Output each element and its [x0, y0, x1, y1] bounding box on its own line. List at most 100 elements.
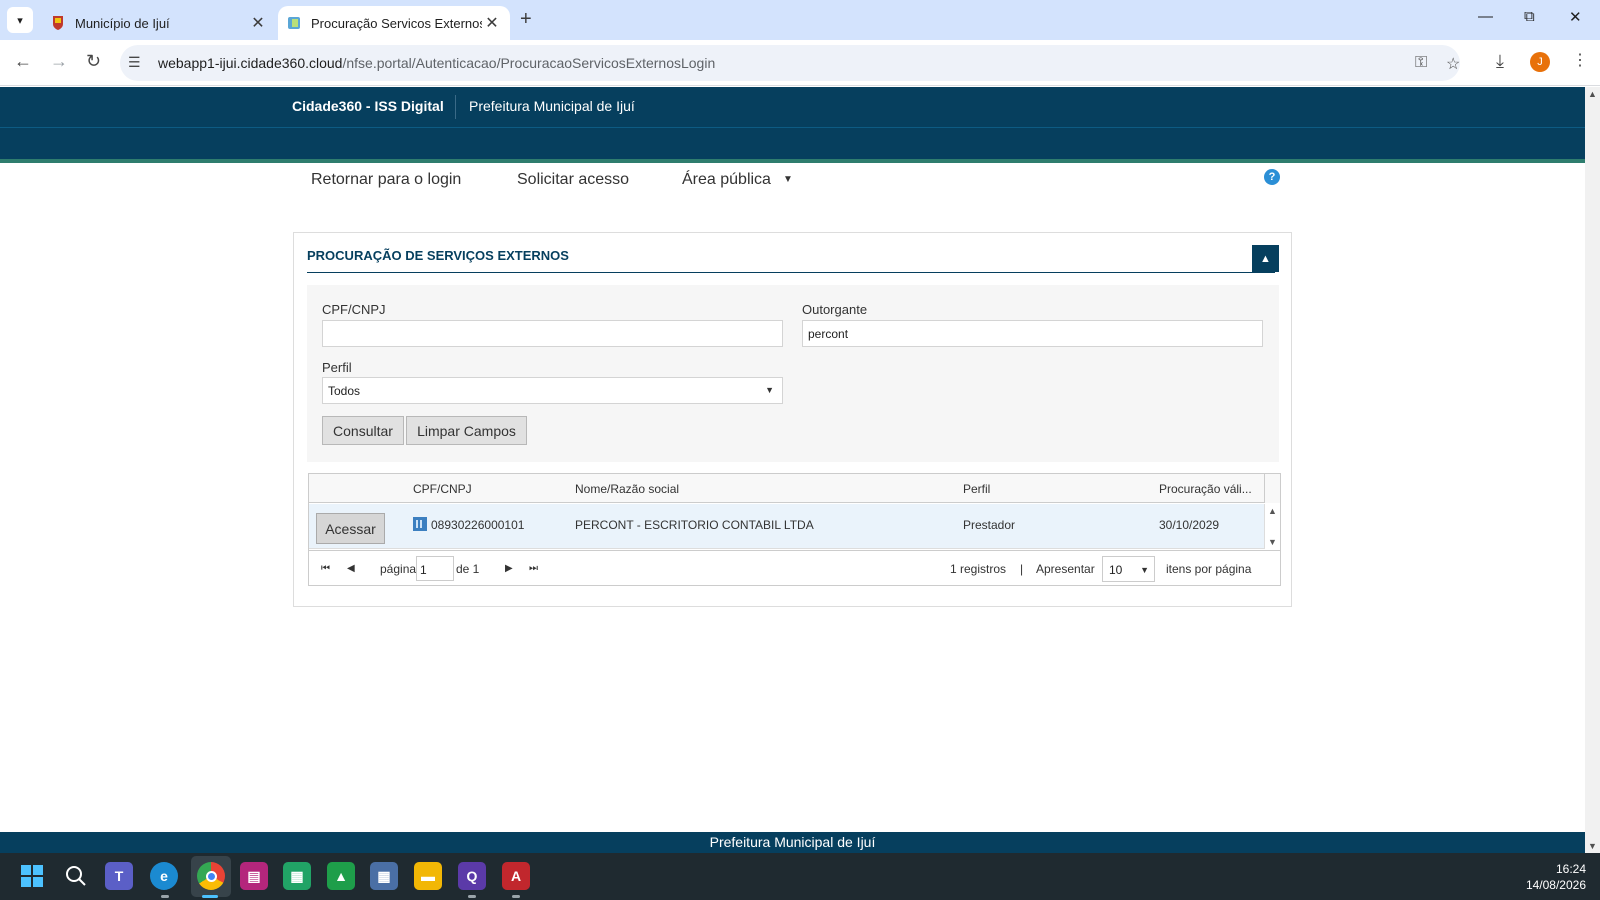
- restore-icon[interactable]: ⧉: [1524, 8, 1535, 25]
- scroll-down-icon[interactable]: ▼: [1268, 537, 1277, 547]
- header-divider: [455, 95, 456, 119]
- results-grid: CPF/CNPJ Nome/Razão social Perfil Procur…: [308, 473, 1281, 586]
- cell-perfil: Prestador: [963, 518, 1016, 532]
- first-page-icon[interactable]: ⏮: [321, 563, 330, 574]
- menu-area-publica-label: Área pública: [682, 171, 771, 188]
- column-header-perfil[interactable]: Perfil: [963, 482, 990, 496]
- clock-time: 16:24: [1555, 862, 1586, 876]
- teams-icon[interactable]: T: [105, 862, 133, 890]
- page-size-select[interactable]: 10 ▼: [1102, 556, 1155, 582]
- cell-validade: 30/10/2029: [1159, 518, 1220, 532]
- scroll-up-icon[interactable]: ▲: [1588, 89, 1597, 99]
- help-icon[interactable]: ?: [1264, 169, 1280, 185]
- new-tab-icon[interactable]: +: [520, 8, 532, 31]
- minimize-icon[interactable]: —: [1478, 8, 1493, 25]
- taskbar-active-indicator: [202, 895, 218, 898]
- page-scrollbar[interactable]: ▲ ▼: [1585, 87, 1600, 853]
- chrome-icon[interactable]: [197, 862, 225, 890]
- perfil-selected-value: Todos: [328, 384, 361, 398]
- prev-page-icon[interactable]: ◀: [347, 563, 355, 574]
- app-green-icon[interactable]: ▲: [327, 862, 355, 890]
- building-icon: [413, 517, 427, 531]
- cpf-input[interactable]: [322, 320, 783, 347]
- tab-procuracao[interactable]: Procuração Servicos Externos ✕: [278, 6, 510, 40]
- outorgante-label: Outorgante: [802, 302, 868, 317]
- apresentar-label: Apresentar: [1036, 562, 1095, 576]
- last-page-icon[interactable]: ⏭: [529, 563, 538, 574]
- outorgante-input[interactable]: percont: [802, 320, 1263, 347]
- table-row[interactable]: Acessar 08930226000101 PERCONT - ESCRITO…: [309, 504, 1264, 549]
- tab-title: Procuração Servicos Externos: [311, 15, 482, 31]
- pagina-label: página: [380, 562, 417, 576]
- scroll-down-icon[interactable]: ▼: [1588, 841, 1597, 851]
- file-explorer-icon[interactable]: ▬: [414, 862, 442, 890]
- itens-por-pagina-label: itens por página: [1166, 562, 1252, 576]
- close-tab-icon[interactable]: ✕: [248, 13, 268, 33]
- system-clock[interactable]: 16:24 14/08/2026: [1526, 861, 1586, 893]
- cell-nome: PERCONT - ESCRITORIO CONTABIL LTDA: [575, 518, 814, 532]
- edge-icon[interactable]: e: [150, 862, 178, 890]
- brand-title[interactable]: Cidade360 - ISS Digital: [292, 98, 444, 114]
- grid-header: CPF/CNPJ Nome/Razão social Perfil Procur…: [309, 474, 1264, 503]
- page-size-value: 10: [1109, 563, 1123, 577]
- url-text[interactable]: webapp1-ijui.cidade360.cloud/nfse.portal…: [158, 55, 715, 71]
- page-footer: Prefeitura Municipal de Ijuí: [0, 832, 1585, 853]
- column-header-cpf[interactable]: CPF/CNPJ: [413, 482, 472, 496]
- download-icon[interactable]: ⤓: [1496, 51, 1504, 72]
- profile-avatar[interactable]: J: [1530, 52, 1550, 72]
- app-purple-icon[interactable]: Q: [458, 862, 486, 890]
- dropdown-arrow-icon: ▼: [765, 385, 774, 395]
- site-info-icon[interactable]: ☰: [128, 54, 141, 71]
- page-viewport: Cidade360 - ISS Digital Prefeitura Munic…: [0, 87, 1585, 853]
- close-tab-icon[interactable]: ✕: [482, 13, 502, 33]
- taskbar-running-indicator: [512, 895, 520, 898]
- tab-municipio[interactable]: Município de Ijuí ✕: [42, 6, 276, 40]
- crest-icon: [53, 16, 63, 30]
- back-icon[interactable]: ←: [14, 51, 32, 72]
- taskbar-running-indicator: [468, 895, 476, 898]
- perfil-select[interactable]: Todos ▼: [322, 377, 783, 404]
- scroll-up-icon[interactable]: ▲: [1268, 506, 1277, 516]
- grid-scrollbar[interactable]: ▲ ▼: [1264, 504, 1280, 549]
- site-header: Cidade360 - ISS Digital Prefeitura Munic…: [0, 87, 1585, 127]
- calculator-sheet-icon[interactable]: ▦: [283, 862, 311, 890]
- close-window-icon[interactable]: ✕: [1569, 8, 1582, 26]
- cell-cpf-value: 08930226000101: [431, 518, 525, 532]
- search-form: CPF/CNPJ Outorgante percont Perfil Todos…: [307, 285, 1279, 462]
- password-key-icon[interactable]: ⚿: [1415, 54, 1427, 72]
- address-toolbar: ← → ↻ ☰ webapp1-ijui.cidade360.cloud/nfs…: [0, 40, 1600, 86]
- menu-solicitar-acesso[interactable]: Solicitar acesso: [517, 171, 629, 189]
- reload-icon[interactable]: ↻: [86, 51, 101, 72]
- limpar-campos-button[interactable]: Limpar Campos: [406, 416, 527, 445]
- taskbar-running-indicator: [161, 895, 169, 898]
- url-omnibox[interactable]: ☰ webapp1-ijui.cidade360.cloud/nfse.port…: [120, 45, 1460, 81]
- forward-icon[interactable]: →: [50, 51, 68, 72]
- acrobat-icon[interactable]: A: [502, 862, 530, 890]
- search-icon[interactable]: [62, 862, 90, 890]
- menu-retornar-login[interactable]: Retornar para o login: [311, 171, 461, 189]
- tab-list-chevron-icon[interactable]: ▾: [7, 7, 33, 33]
- column-header-validade[interactable]: Procuração váli...: [1159, 482, 1252, 496]
- calculator-icon[interactable]: ▦: [370, 862, 398, 890]
- header-subbar: ?: [0, 127, 1585, 185]
- onenote-icon[interactable]: ▤: [240, 862, 268, 890]
- menu-area-publica[interactable]: Área pública ▼: [682, 171, 793, 189]
- dropdown-arrow-icon: ▼: [1140, 565, 1149, 575]
- tab-title: Município de Ijuí: [75, 15, 170, 31]
- chevron-up-icon: ▲: [1260, 252, 1271, 265]
- procuracao-panel: PROCURAÇÃO DE SERVIÇOS EXTERNOS ▲ CPF/CN…: [293, 232, 1292, 607]
- collapse-panel-button[interactable]: ▲: [1252, 245, 1279, 272]
- prefeitura-title: Prefeitura Municipal de Ijuí: [469, 98, 635, 114]
- clock-date: 14/08/2026: [1525, 878, 1586, 892]
- caret-down-icon: ▼: [782, 174, 793, 186]
- panel-title-rule: [307, 272, 1275, 273]
- menu-kebab-icon[interactable]: ⋮: [1572, 50, 1588, 70]
- column-header-nome[interactable]: Nome/Razão social: [575, 482, 679, 496]
- consultar-button[interactable]: Consultar: [322, 416, 404, 445]
- windows-start-icon[interactable]: [18, 862, 46, 890]
- acessar-button[interactable]: Acessar: [316, 513, 385, 544]
- next-page-icon[interactable]: ▶: [505, 563, 513, 574]
- page-number-input[interactable]: 1: [416, 556, 454, 581]
- bookmark-star-icon[interactable]: ☆: [1446, 54, 1460, 74]
- perfil-label: Perfil: [322, 360, 352, 375]
